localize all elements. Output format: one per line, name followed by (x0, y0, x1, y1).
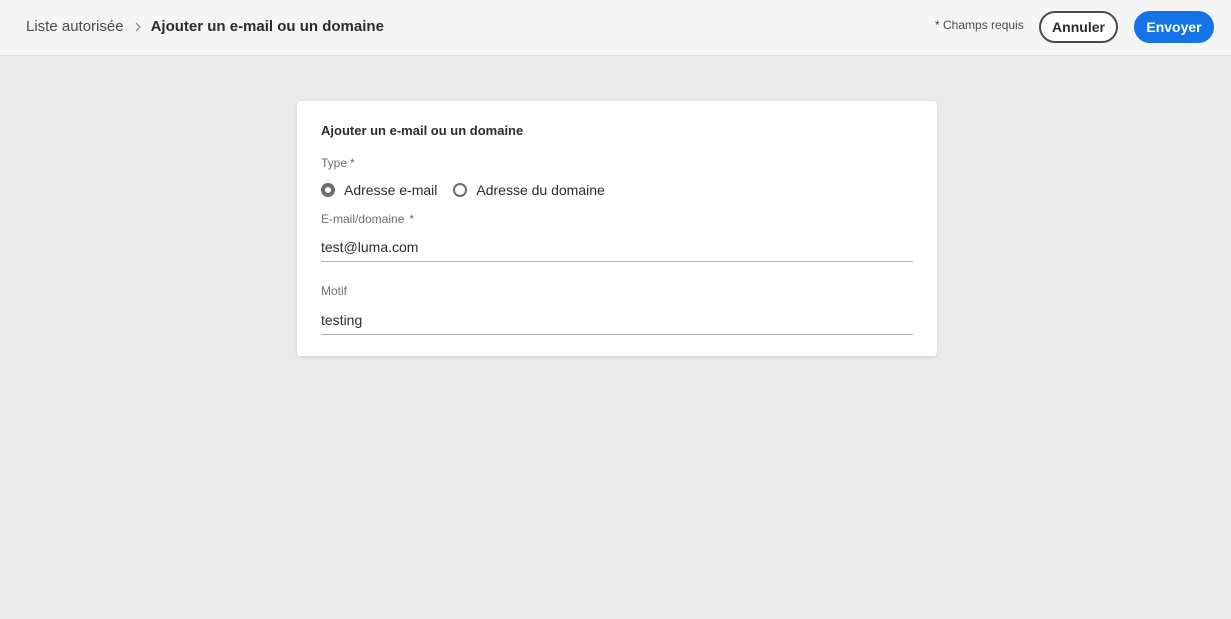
radio-email-label: Adresse e-mail (344, 182, 438, 198)
email-domain-input[interactable] (321, 232, 913, 262)
form-title: Ajouter un e-mail ou un domaine (321, 123, 524, 138)
page-title: Ajouter un e-mail ou un domaine (150, 18, 384, 35)
radio-unchecked-icon[interactable] (453, 183, 468, 197)
reason-field-label: Motif (321, 284, 347, 298)
submit-button[interactable]: Envoyer (1134, 11, 1214, 43)
required-star: * (409, 212, 415, 226)
reason-input[interactable] (321, 305, 913, 335)
radio-domain-label: Adresse du domaine (476, 182, 605, 198)
breadcrumb-link-allowlist[interactable]: Liste autorisée (26, 17, 124, 37)
breadcrumb: Liste autorisée Ajouter un e-mail ou un … (26, 17, 384, 37)
cancel-button[interactable]: Annuler (1039, 11, 1118, 43)
top-header-bar: Liste autorisée Ajouter un e-mail ou un … (0, 0, 1231, 56)
radio-email-address[interactable]: Adresse e-mail (321, 182, 437, 198)
form-card: Ajouter un e-mail ou un domaine Type * Ad… (297, 101, 937, 356)
chevron-right-icon (133, 22, 143, 32)
type-radio-group: Adresse e-mail Adresse du domaine (321, 182, 605, 198)
email-label-text: E-mail/domaine (321, 212, 405, 226)
radio-checked-icon[interactable] (321, 183, 335, 197)
radio-domain-address[interactable]: Adresse du domaine (453, 182, 605, 198)
required-fields-note: * Champs requis (935, 18, 1024, 32)
reason-label-text: Motif (321, 284, 348, 298)
type-field-label: Type * (321, 156, 355, 170)
email-field-label: E-mail/domaine * (321, 212, 414, 226)
type-label-text: Type (321, 156, 348, 170)
required-star: * (350, 156, 355, 170)
